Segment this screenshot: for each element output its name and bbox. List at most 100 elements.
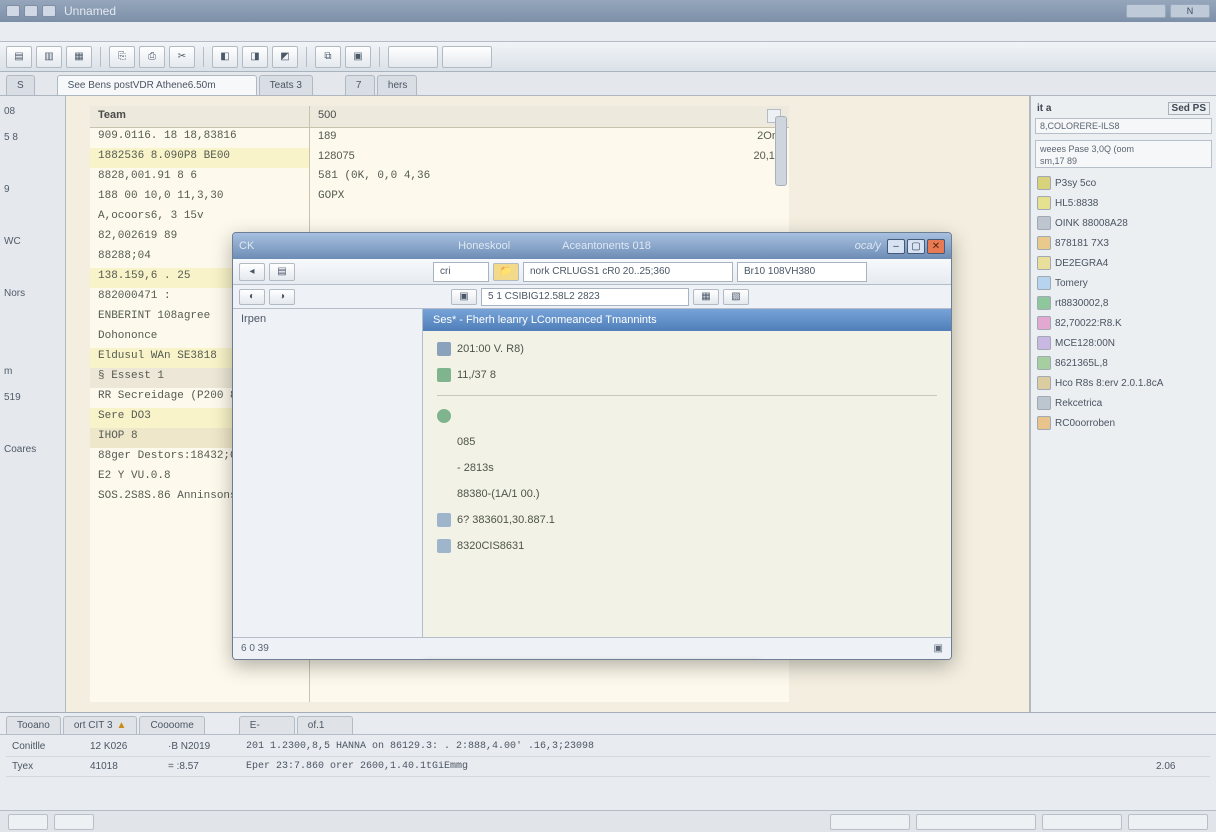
code-row[interactable]: 8828,001.91 8 6 — [90, 168, 309, 188]
sidebar-item[interactable]: 9 — [4, 180, 61, 198]
id-field[interactable]: Br10 108VH380 — [737, 262, 867, 282]
status-slot[interactable] — [830, 814, 910, 830]
tab[interactable]: S — [6, 75, 35, 95]
list-item[interactable]: 82,70022:R8.K — [1035, 314, 1212, 332]
menu-bar[interactable] — [0, 22, 1216, 42]
list-item[interactable]: Rekcetrica — [1035, 394, 1212, 412]
sidebar-item[interactable] — [4, 258, 61, 276]
tab[interactable]: E- — [239, 716, 295, 734]
code-row[interactable]: 581 (0K, 0,0 4,36 — [310, 168, 789, 188]
sidebar-item[interactable]: WC — [4, 232, 61, 250]
list-item[interactable]: RC0oorroben — [1035, 414, 1212, 432]
toolbar-button[interactable]: ◂ — [239, 263, 265, 281]
tab[interactable]: Coooome — [139, 716, 204, 734]
toolbar-button[interactable]: ▦ — [66, 46, 92, 68]
code-row[interactable]: 1882536 8.090P8 BE00 — [90, 148, 309, 168]
toolbar-button[interactable]: ▤ — [269, 263, 295, 281]
body-line[interactable]: 201:00 V. R8) — [437, 339, 937, 359]
tab[interactable]: 7 — [345, 75, 375, 95]
dialog-body[interactable]: 201:00 V. R8) 11,/37 8 085 - 2813s 88380… — [423, 331, 951, 637]
grid-row[interactable]: Conitlle 12 K026 ·B N2019 201 1.2300,8,5… — [6, 737, 1210, 757]
list-item[interactable]: Hco R8s 8:erv 2.0.1.8cA — [1035, 374, 1212, 392]
list-item[interactable]: 8621365L,8 — [1035, 354, 1212, 372]
minimize-icon[interactable]: – — [887, 239, 905, 254]
toolbar-button[interactable]: ◐ — [239, 289, 265, 305]
grid-row[interactable]: Tyex 41018 = :8.57 Eper 23:7.860 orer 26… — [6, 757, 1210, 777]
body-line[interactable]: 8320CIS8631 — [437, 536, 937, 556]
body-line[interactable] — [437, 406, 937, 426]
dialog-sidebar-label: Irpen — [241, 313, 414, 333]
toolbar-button[interactable]: ◧ — [212, 46, 238, 68]
sidebar-item[interactable]: 5 8 — [4, 128, 61, 146]
sidebar-item[interactable] — [4, 154, 61, 172]
list-item[interactable]: Tomery — [1035, 274, 1212, 292]
sidebar-item[interactable]: 519 — [4, 388, 61, 406]
status-slot[interactable] — [916, 814, 1036, 830]
toolbar-button[interactable]: ▥ — [36, 46, 62, 68]
folder-icon[interactable]: 📁 — [493, 263, 519, 281]
toolbar-button[interactable]: ▧ — [723, 289, 749, 305]
code-row[interactable]: A,ocoors6, 3 15v — [90, 208, 309, 228]
body-line[interactable]: - 2813s — [437, 458, 937, 478]
list-item[interactable]: rt8830002,8 — [1035, 294, 1212, 312]
titlebar-button[interactable] — [1126, 4, 1166, 18]
toolbar-button[interactable]: ▦ — [693, 289, 719, 305]
toolbar-button[interactable] — [442, 46, 492, 68]
toolbar-button[interactable]: ⎘ — [109, 46, 135, 68]
body-line[interactable]: 11,/37 8 — [437, 365, 937, 385]
toolbar-button[interactable]: ✂ — [169, 46, 195, 68]
panel-field[interactable]: weees Pase 3,0Q (oomsm,17 89 — [1035, 140, 1212, 168]
code-row[interactable]: 1892Om — [310, 128, 789, 148]
status-slot[interactable] — [1042, 814, 1122, 830]
list-item[interactable]: OINK 88008A28 — [1035, 214, 1212, 232]
toolbar-button[interactable] — [388, 46, 438, 68]
list-item[interactable]: P3sy 5co — [1035, 174, 1212, 192]
code-row[interactable]: GOPX — [310, 188, 789, 208]
list-item[interactable]: DE2EGRA4 — [1035, 254, 1212, 272]
list-item[interactable]: HL5:8838 — [1035, 194, 1212, 212]
body-line[interactable]: 085 — [437, 432, 937, 452]
sidebar-item[interactable]: m — [4, 362, 61, 380]
body-line[interactable]: 6? 383601,30.887.1 — [437, 510, 937, 530]
scrollbar-thumb[interactable] — [775, 116, 787, 186]
body-line[interactable]: 88380-(1A/1 00.) — [437, 484, 937, 504]
path-field[interactable]: nork CRLUGS1 cR0 20..25;360 — [523, 262, 733, 282]
status-slot[interactable] — [1128, 814, 1208, 830]
panel-field[interactable]: 8,COLORERE-ILS8 — [1035, 118, 1212, 134]
toolbar-button[interactable]: ◩ — [272, 46, 298, 68]
status-slot[interactable] — [8, 814, 48, 830]
titlebar-button[interactable]: N — [1170, 4, 1210, 18]
sidebar-item[interactable]: 08 — [4, 102, 61, 120]
sidebar-item[interactable] — [4, 414, 61, 432]
value-field[interactable]: 5 1 CSIBIG12.58L2 2823 — [481, 288, 689, 306]
toolbar-button[interactable]: ◑ — [269, 289, 295, 305]
sidebar-item[interactable] — [4, 310, 61, 328]
list-item[interactable]: MCE128:00N — [1035, 334, 1212, 352]
tab[interactable]: See Bens postVDR Athene6.50m — [57, 75, 257, 95]
sidebar-item[interactable] — [4, 336, 61, 354]
code-row[interactable]: 188 00 10,0 11,3,30 — [90, 188, 309, 208]
sidebar-item[interactable]: Nors — [4, 284, 61, 302]
toolbar-button[interactable]: ◨ — [242, 46, 268, 68]
status-slot[interactable] — [54, 814, 94, 830]
maximize-icon[interactable]: ▢ — [907, 239, 925, 254]
tab[interactable]: ort CIT 3 ▲ — [63, 716, 138, 734]
column-header: Team — [90, 106, 309, 128]
tab[interactable]: Tooano — [6, 716, 61, 734]
sidebar-item[interactable] — [4, 206, 61, 224]
tab[interactable]: hers — [377, 75, 417, 95]
tab[interactable]: of.1 — [297, 716, 353, 734]
tab[interactable]: Teats 3 — [259, 75, 313, 95]
toolbar-button[interactable]: ▣ — [345, 46, 371, 68]
toolbar-button[interactable]: ⎙ — [139, 46, 165, 68]
dialog-titlebar[interactable]: CK Honeskool Aceantonents 018 oca/y – ▢ … — [233, 233, 951, 259]
toolbar-button[interactable]: ⧉ — [315, 46, 341, 68]
code-row[interactable]: 909.0116. 18 18,83816 — [90, 128, 309, 148]
status-icon[interactable]: ▣ — [934, 643, 943, 654]
close-icon[interactable]: ✕ — [927, 239, 945, 254]
code-row[interactable]: 12807520,10 — [310, 148, 789, 168]
toolbar-button[interactable]: ▣ — [451, 289, 477, 305]
list-item[interactable]: 878181 7X3 — [1035, 234, 1212, 252]
toolbar-button[interactable]: ▤ — [6, 46, 32, 68]
sidebar-item[interactable]: Coares — [4, 440, 61, 458]
